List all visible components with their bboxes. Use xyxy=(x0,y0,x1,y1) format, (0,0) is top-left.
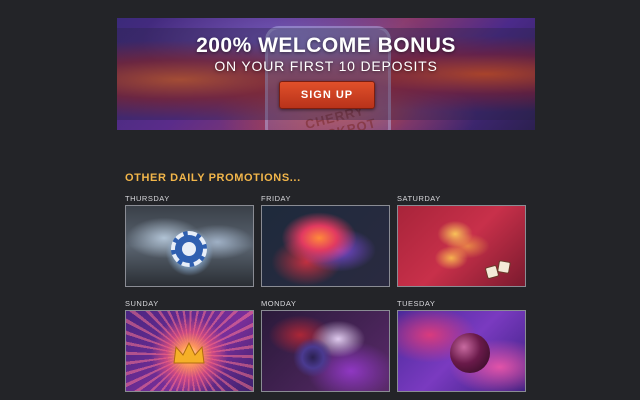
promo-card-tuesday[interactable]: TUESDAY xyxy=(397,298,526,392)
bonus-subtitle: ON YOUR FIRST 10 DEPOSITS xyxy=(214,58,438,74)
crown-burst-image[interactable] xyxy=(125,310,254,392)
promo-day-label: SUNDAY xyxy=(125,299,159,308)
bonus-title: 200% WELCOME BONUS xyxy=(196,34,456,57)
casino-chip-icon xyxy=(171,231,207,267)
promo-card-thursday[interactable]: THURSDAY xyxy=(125,193,254,287)
cherry-icon xyxy=(450,333,490,373)
daily-promotions-heading: OTHER DAILY PROMOTIONS... xyxy=(125,172,301,184)
cherry-splash-image[interactable] xyxy=(397,310,526,392)
promo-card-friday[interactable]: FRIDAY xyxy=(261,193,390,287)
welcome-bonus-banner[interactable]: CHERRY JACKPOT 200% WELCOME BONUS ON YOU… xyxy=(117,18,535,130)
promo-card-monday[interactable]: MONDAY xyxy=(261,298,390,392)
promo-day-label: THURSDAY xyxy=(125,194,170,203)
dice-icon xyxy=(497,260,511,274)
promo-card-sunday[interactable]: SUNDAY xyxy=(125,298,254,392)
gold-dollar-dice-image[interactable] xyxy=(397,205,526,287)
cosmic-splash-image[interactable] xyxy=(261,310,390,392)
flame-cubes-image[interactable] xyxy=(261,205,390,287)
promo-card-saturday[interactable]: SATURDAY xyxy=(397,193,526,287)
promo-day-label: MONDAY xyxy=(261,299,297,308)
sign-up-button[interactable]: SIGN UP xyxy=(279,81,375,109)
promo-day-label: TUESDAY xyxy=(397,299,436,308)
promo-day-label: FRIDAY xyxy=(261,194,291,203)
promo-day-label: SATURDAY xyxy=(397,194,441,203)
casino-chip-splash-image[interactable] xyxy=(125,205,254,287)
crown-icon xyxy=(173,341,205,364)
